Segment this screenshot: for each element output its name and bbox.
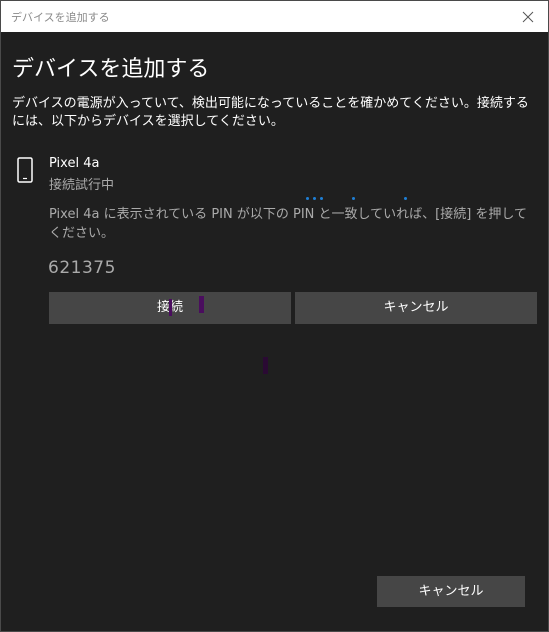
pin-code: 621375 [48,258,116,278]
render-artifact [199,296,204,313]
phone-icon [17,157,33,187]
window-title: デバイスを追加する [11,11,110,24]
progress-dot [320,197,323,200]
cancel-button[interactable]: キャンセル [377,576,525,607]
progress-dot [404,197,407,200]
progress-dot [306,197,309,200]
progress-dot [313,197,316,200]
progress-dot [352,197,355,200]
pin-cancel-button[interactable]: キャンセル [295,292,537,324]
instruction-text: デバイスの電源が入っていて、検出可能になっていることを確かめてください。接続する… [12,96,529,129]
close-icon [522,11,534,23]
pin-message: Pixel 4a に表示されている PIN が以下の PIN と一致していれば、… [49,207,528,241]
render-artifact [263,357,268,374]
title-bar: デバイスを追加する [1,1,548,32]
add-device-window: デバイスを追加する デバイスを追加する デバイスの電源が入っていて、検出可能にな… [0,0,549,632]
device-status: 接続試行中 [49,178,115,193]
device-name: Pixel 4a [49,156,100,171]
dialog-heading: デバイスを追加する [12,57,210,82]
render-artifact [169,299,172,316]
close-button[interactable] [516,6,540,28]
